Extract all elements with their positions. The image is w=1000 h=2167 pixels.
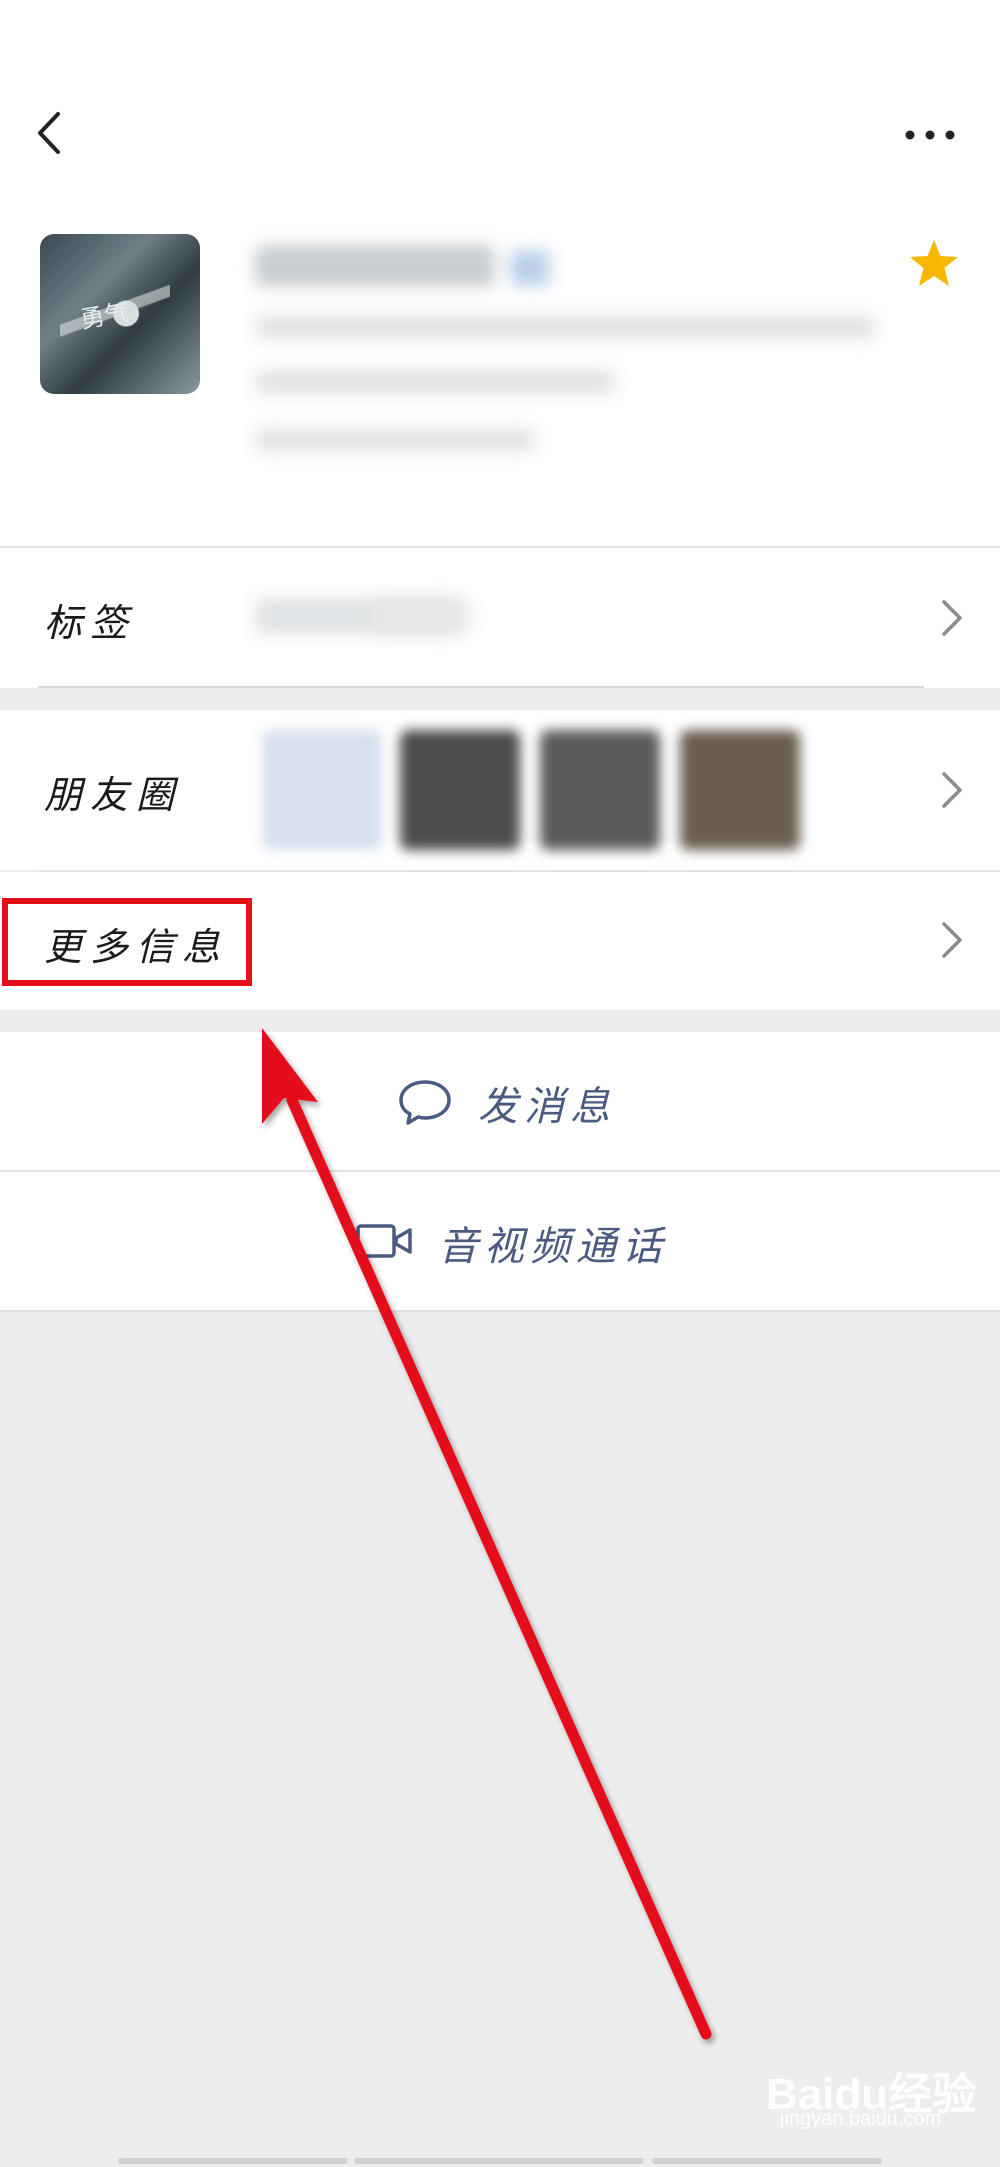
chevron-right-icon — [942, 922, 962, 958]
home-indicator — [118, 2158, 348, 2164]
send-message-label: 发消息 — [478, 1084, 616, 1130]
baidu-watermark-url: jingyan.baidu.com — [780, 2108, 942, 2130]
moments-label: 朋友圈 — [44, 773, 183, 817]
moments-thumbnail — [680, 730, 800, 850]
tags-row[interactable]: 标签 — [0, 548, 1000, 688]
video-call-label: 音视频通话 — [438, 1224, 668, 1270]
moments-thumbnail — [262, 730, 382, 850]
moments-thumbnail — [400, 730, 520, 850]
blurred-remark — [255, 315, 875, 339]
action-divider — [0, 1310, 1000, 1312]
chevron-right-icon — [942, 600, 962, 636]
row-divider — [38, 686, 924, 688]
chat-bubble-icon — [399, 1080, 451, 1125]
video-camera-icon — [356, 1224, 412, 1258]
blurred-nickname — [255, 245, 495, 287]
more-options-icon[interactable] — [900, 120, 960, 150]
moments-row[interactable]: 朋友圈 — [0, 710, 1000, 870]
chevron-right-icon — [942, 772, 962, 808]
blurred-badge — [510, 250, 550, 286]
tags-label: 标签 — [44, 601, 137, 645]
star-icon — [910, 240, 958, 286]
home-indicator — [354, 2158, 644, 2164]
moments-thumbnail — [540, 730, 660, 850]
back-arrow-icon[interactable] — [30, 108, 70, 158]
blurred-region — [255, 428, 535, 452]
send-message-button[interactable]: 发消息 — [0, 1032, 1000, 1170]
blurred-tags-more — [370, 598, 470, 634]
highlight-box — [2, 898, 252, 986]
video-call-button[interactable]: 音视频通话 — [0, 1172, 1000, 1310]
avatar[interactable]: 勇气 — [40, 234, 200, 394]
home-indicator — [652, 2158, 882, 2164]
blurred-account-id — [255, 370, 615, 394]
